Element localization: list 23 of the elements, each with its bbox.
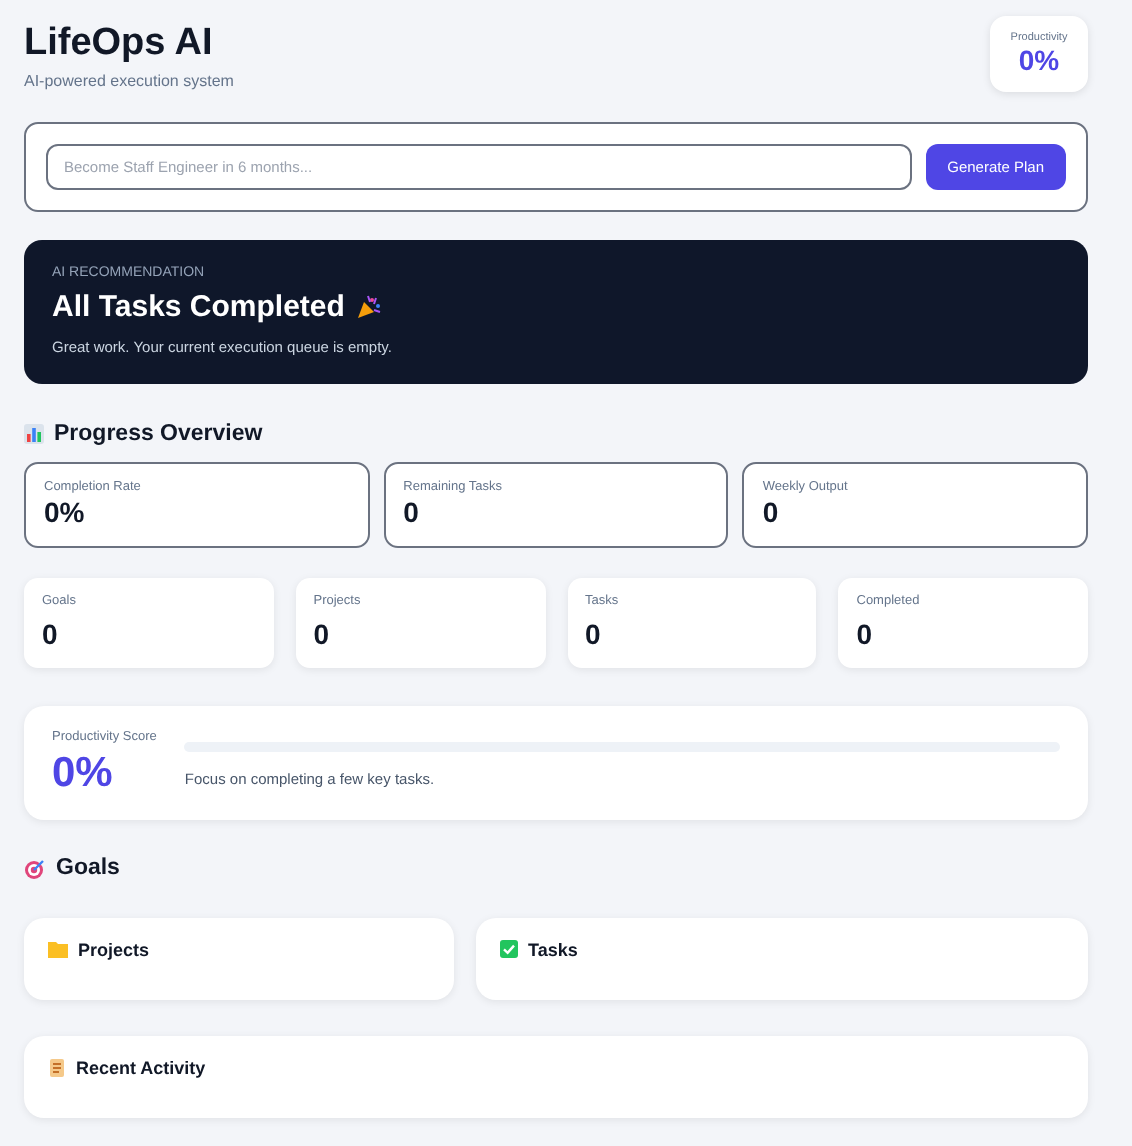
recommendation-title: All Tasks Completed <box>52 290 345 324</box>
bar-chart-icon <box>24 424 44 444</box>
stat-value: 0% <box>44 496 87 528</box>
panel-title: Tasks <box>528 940 578 960</box>
score-value: 0% <box>52 750 115 798</box>
count-value: 0 <box>42 618 60 650</box>
count-value: 0 <box>585 618 603 650</box>
section-heading: Goals <box>56 856 120 880</box>
scroll-icon <box>48 1058 66 1078</box>
section-heading: Progress Overview <box>54 422 263 446</box>
app-subtitle: AI-powered execution system <box>24 72 234 90</box>
stat-value: 0 <box>403 496 421 528</box>
panel-title: Recent Activity <box>76 1058 206 1078</box>
panel-title: Projects <box>78 940 150 960</box>
count-value: 0 <box>856 618 875 650</box>
productivity-value: 0% <box>1018 44 1060 76</box>
app-title: LifeOps AI <box>24 22 215 66</box>
count-value: 0 <box>313 618 332 650</box>
checkbox-icon <box>500 940 518 958</box>
target-icon <box>24 857 46 879</box>
party-popper-icon <box>356 294 383 320</box>
folder-icon <box>48 940 68 958</box>
stat-value: 0 <box>762 496 781 528</box>
